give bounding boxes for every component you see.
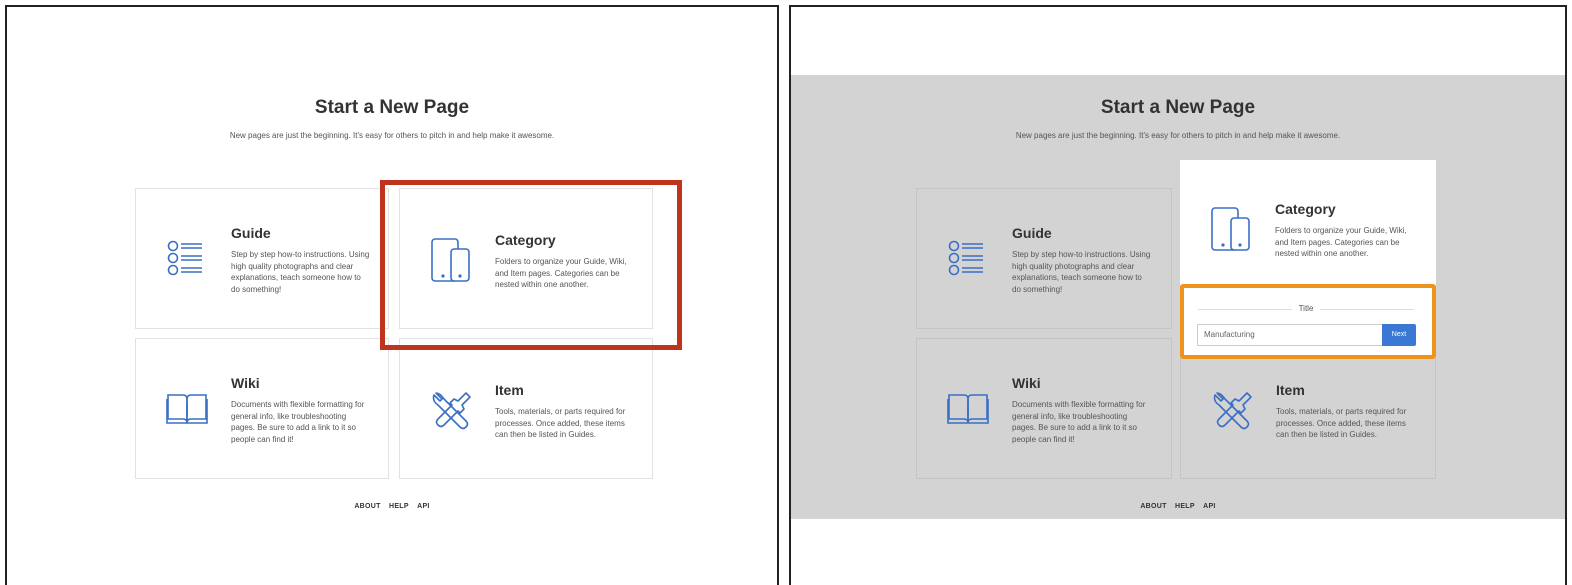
footer-link-about[interactable]: ABOUT xyxy=(354,503,380,510)
title-form-highlight-box xyxy=(1180,284,1436,359)
item-card: Item Tools, materials, or parts required… xyxy=(1180,353,1436,479)
book-icon xyxy=(947,394,989,424)
devices-icon xyxy=(1211,207,1250,251)
page-subtitle: New pages are just the beginning. It's e… xyxy=(1015,131,1341,140)
book-icon xyxy=(166,394,208,424)
guide-title: Guide xyxy=(1012,225,1052,241)
item-card[interactable]: Item Tools, materials, or parts required… xyxy=(399,338,653,479)
wiki-card: Wiki Documents with flexible formatting … xyxy=(916,338,1172,479)
guide-card: Guide Step by step how-to instructions. … xyxy=(916,188,1172,329)
page-title: Start a New Page xyxy=(314,97,470,118)
footer-links: ABOUT HELP API xyxy=(791,503,1565,510)
wiki-title: Wiki xyxy=(1012,375,1041,391)
modal-overlay xyxy=(791,75,1565,519)
page-subtitle: New pages are just the beginning. It's e… xyxy=(229,131,555,140)
wiki-title: Wiki xyxy=(231,375,260,391)
page-title: Start a New Page xyxy=(1100,97,1256,118)
category-highlight-box xyxy=(380,180,682,350)
footer-link-help[interactable]: HELP xyxy=(1175,503,1195,510)
item-description: Tools, materials, or parts required for … xyxy=(495,407,626,439)
footer-link-api[interactable]: API xyxy=(1203,503,1216,510)
footer-link-help[interactable]: HELP xyxy=(389,503,409,510)
footer-links: ABOUT HELP API xyxy=(7,503,777,510)
left-screenshot-panel: Start a New Page New pages are just the … xyxy=(5,5,779,585)
right-screenshot-panel: Start a New Page New pages are just the … xyxy=(789,5,1567,585)
category-description: Folders to organize your Guide, Wiki, an… xyxy=(1275,226,1407,258)
item-description: Tools, materials, or parts required for … xyxy=(1276,407,1407,439)
footer-link-api[interactable]: API xyxy=(417,503,430,510)
wiki-description: Documents with flexible formatting for g… xyxy=(231,400,365,444)
item-title: Item xyxy=(495,382,524,398)
tools-icon xyxy=(432,392,471,430)
guide-card[interactable]: Guide Step by step how-to instructions. … xyxy=(135,188,389,329)
guide-title: Guide xyxy=(231,225,271,241)
tools-icon xyxy=(1213,392,1252,430)
guide-description: Step by step how-to instructions. Using … xyxy=(231,250,370,294)
wiki-description: Documents with flexible formatting for g… xyxy=(1012,400,1146,444)
item-title: Item xyxy=(1276,382,1305,398)
list-icon xyxy=(167,240,202,276)
category-title: Category xyxy=(1275,201,1336,217)
footer-link-about[interactable]: ABOUT xyxy=(1140,503,1166,510)
guide-description: Step by step how-to instructions. Using … xyxy=(1012,250,1151,294)
list-icon xyxy=(948,240,983,276)
wiki-card[interactable]: Wiki Documents with flexible formatting … xyxy=(135,338,389,479)
